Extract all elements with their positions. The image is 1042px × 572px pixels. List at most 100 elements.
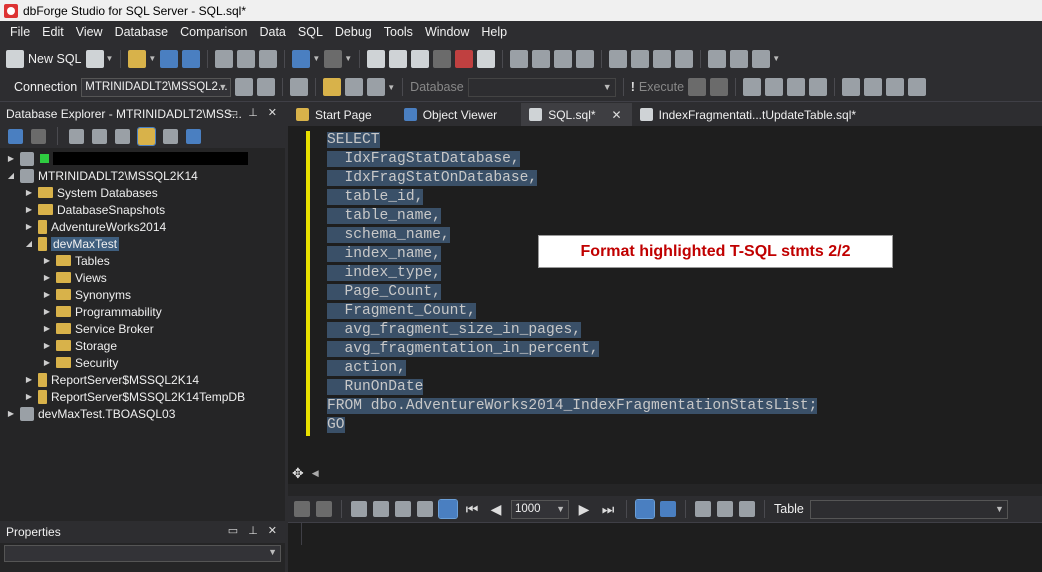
menu-database[interactable]: Database [109,25,175,39]
menu-help[interactable]: Help [475,25,513,39]
menu-data[interactable]: Data [253,25,291,39]
collapse-icon[interactable]: ◢ [6,171,16,180]
card-view-icon[interactable] [660,501,676,517]
edit-connection-icon[interactable] [92,128,107,144]
clear-icon[interactable] [455,49,474,68]
pause-icon[interactable] [688,78,707,96]
redo-icon[interactable] [324,49,343,68]
print-icon[interactable] [717,501,733,517]
last-page-icon[interactable]: ⏭ [599,501,617,518]
cut-icon[interactable] [215,49,234,68]
new-sql-icon[interactable] [6,49,24,68]
tree-node-reportserver[interactable]: ▶ ReportServer$MSSQL2K14 [0,371,285,388]
prev-page-icon[interactable]: ◀ [487,501,505,518]
group-folders-icon[interactable] [137,126,156,146]
layout-icon[interactable] [752,49,771,68]
close-tab-icon[interactable]: ✕ [612,108,622,122]
rows-per-page-combo[interactable]: 1000 ▼ [511,499,569,519]
menu-sql[interactable]: SQL [292,25,329,39]
expand-icon[interactable]: ▶ [42,341,52,350]
connection-combo[interactable]: MTRINIDADLT2\MSSQL2... ▼ [81,77,232,97]
scroll-left-icon[interactable]: ◀ [312,468,319,479]
tree-node-views[interactable]: ▶ Views [0,269,285,286]
prev-bookmark-icon[interactable] [675,49,694,68]
tree-node-other-connection[interactable]: ▶ devMaxTest.TBOASQL03 [0,405,285,422]
layout-dropdown-icon[interactable]: ▼ [772,54,780,63]
execute-plan-icon[interactable] [345,78,364,96]
query-options-dropdown-icon[interactable]: ▼ [387,83,395,92]
expand-icon[interactable]: ▶ [42,290,52,299]
table-combo[interactable]: ▼ [809,499,1008,519]
undo-dropdown-icon[interactable]: ▼ [312,54,320,63]
save-all-icon[interactable] [182,49,201,68]
find-icon[interactable] [367,49,386,68]
tab-index-fragmentation[interactable]: IndexFragmentati...tUpdateTable.sql* [632,103,866,126]
find-next-icon[interactable] [389,49,408,68]
cancel-results-icon[interactable] [316,501,332,517]
chart-icon[interactable] [739,501,755,517]
expand-icon[interactable]: ▶ [24,222,34,231]
next-page-icon[interactable]: ▶ [575,501,593,518]
step-into-icon[interactable] [787,78,806,96]
menu-file[interactable]: File [4,25,36,39]
comment-icon[interactable] [609,49,628,68]
format-icon[interactable] [708,49,727,68]
expand-icon[interactable]: ▶ [24,375,34,384]
menu-debug[interactable]: Debug [329,25,378,39]
window-position-icon[interactable]: ▭ [228,524,238,537]
menu-view[interactable]: View [70,25,109,39]
expand-icon[interactable]: ▶ [42,324,52,333]
code-area[interactable]: SELECT IdxFragStatDatabase, IdxFragStatO… [327,131,818,435]
stop-icon[interactable] [710,78,729,96]
results-splitter[interactable] [288,484,1042,496]
menu-comparison[interactable]: Comparison [174,25,253,39]
execute-button[interactable]: Execute [639,80,684,94]
paste-icon[interactable] [259,49,278,68]
watch-icon[interactable] [864,78,883,96]
menu-window[interactable]: Window [419,25,475,39]
uncomment-icon[interactable] [631,49,650,68]
tree-node-storage[interactable]: ▶ Storage [0,337,285,354]
expand-icon[interactable]: ▶ [42,256,52,265]
tree-node-server[interactable]: ◢ MTRINIDADLT2\MSSQL2K14 [0,167,285,184]
format-selection-icon[interactable] [730,49,749,68]
tree-node-programmability[interactable]: ▶ Programmability [0,303,285,320]
pin-panel-icon[interactable]: ⊥ [248,524,258,537]
exclamation-icon[interactable]: ! [631,80,635,94]
redo-dropdown-icon[interactable]: ▼ [344,54,352,63]
breakpoint-icon[interactable] [842,78,861,96]
export-icon[interactable] [695,501,711,517]
window-position-icon[interactable]: ▭ [228,106,238,119]
database-combo[interactable]: ▼ [467,77,616,97]
properties-icon[interactable] [186,128,201,144]
expand-icon[interactable]: ▶ [42,273,52,282]
expand-icon[interactable]: ▶ [6,409,16,418]
expand-icon[interactable]: ▶ [42,307,52,316]
tree-node-devmaxtest[interactable]: ◢ devMaxTest [0,235,285,252]
indent-icon[interactable] [554,49,573,68]
close-panel-icon[interactable]: ✕ [268,524,277,537]
refresh-results-icon[interactable] [294,501,310,517]
tab-object-viewer[interactable]: Object Viewer [396,103,507,126]
align-right-icon[interactable] [532,49,551,68]
tree-node-system-databases[interactable]: ▶ System Databases [0,184,285,201]
callstack-icon[interactable] [886,78,905,96]
new-document-icon[interactable] [85,49,104,68]
apply-changes-icon[interactable] [417,501,433,517]
refresh-icon[interactable] [433,49,452,68]
new-dropdown-icon[interactable]: ▼ [106,54,114,63]
open-dropdown-icon[interactable]: ▼ [148,54,156,63]
outdent-icon[interactable] [576,49,595,68]
expand-icon[interactable]: ▶ [42,358,52,367]
insert-row-icon[interactable] [373,501,389,517]
close-panel-icon[interactable]: ✕ [268,106,277,119]
tab-sql-sql[interactable]: SQL.sql* ✕ [521,103,632,126]
move-icon[interactable]: ✥ [292,465,304,482]
bookmark-icon[interactable] [477,49,496,68]
expand-icon[interactable]: ▶ [24,188,34,197]
menu-tools[interactable]: Tools [378,25,419,39]
query-options-icon[interactable] [367,78,386,96]
expand-icon[interactable]: ▶ [6,154,16,163]
menu-edit[interactable]: Edit [36,25,70,39]
tab-start-page[interactable]: Start Page [288,103,382,126]
